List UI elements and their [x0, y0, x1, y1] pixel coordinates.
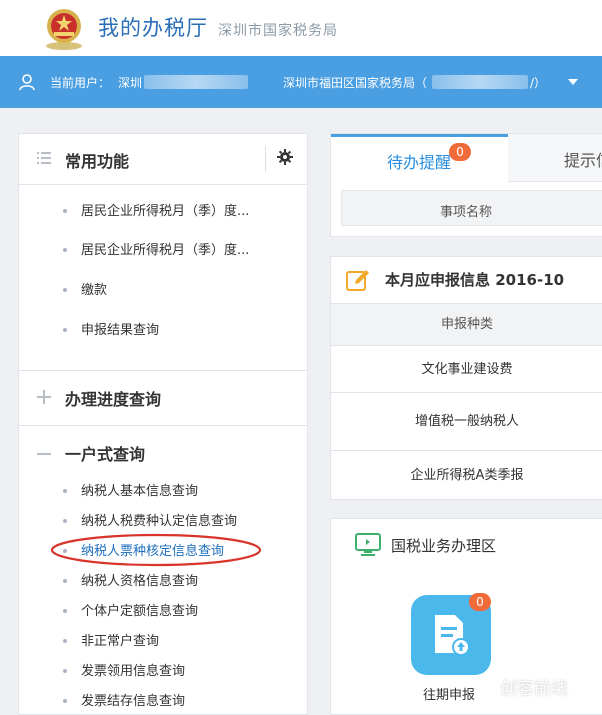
common-item-enterprise-income-tax-1[interactable]: 居民企业所得税月（季）度...	[63, 200, 249, 220]
declaration-type-header: 申报种类	[331, 303, 602, 345]
gear-icon[interactable]	[277, 149, 293, 165]
plus-icon	[37, 390, 51, 404]
common-item-payment[interactable]: 缴款	[63, 279, 107, 299]
redacted-taxpayer-id	[432, 75, 528, 89]
bullet-icon	[63, 327, 67, 332]
divider	[19, 370, 307, 371]
list-icon	[37, 152, 51, 164]
left-panel: 常用功能 居民企业所得税月（季）度... 居民企业所得税月（季）度... 缴款 …	[18, 133, 308, 715]
monthly-declaration-card: 本月应申报信息 2016-10 申报种类 文化事业建设费 增值税一般纳税人 企业…	[330, 256, 602, 500]
top-header: 我的办税厅 深圳市国家税务局	[0, 0, 602, 56]
onestop-item-basic-info[interactable]: 纳税人基本信息查询	[63, 480, 198, 500]
divider	[19, 425, 307, 426]
progress-query-title: 办理进度查询	[65, 390, 162, 409]
user-bar: 当前用户： 深圳 深圳市福田区国家税务局（ /）	[0, 56, 602, 108]
app-subtitle: 深圳市国家税务局	[218, 23, 338, 39]
divider	[19, 184, 307, 185]
onestop-item-qualification-info[interactable]: 纳税人资格信息查询	[63, 570, 198, 590]
watermark-text: 创客前线	[500, 679, 568, 699]
bullet-icon	[63, 698, 67, 703]
common-item-declaration-result[interactable]: 申报结果查询	[63, 319, 159, 339]
bullet-icon	[63, 488, 67, 493]
past-declaration-label: 往期申报	[423, 688, 476, 703]
monitor-icon	[355, 533, 381, 556]
redacted-user-name	[144, 75, 248, 89]
reminder-card: 待办提醒 0 提示信 事项名称	[330, 133, 602, 237]
national-emblem-icon	[46, 9, 82, 50]
current-user-label: 当前用户：	[50, 76, 111, 90]
tax-bureau-close: /）	[530, 76, 547, 90]
tab-notices[interactable]: 提示信	[508, 134, 602, 182]
document-upload-icon	[435, 615, 470, 656]
business-area-title: 国税业务办理区	[391, 537, 497, 555]
tab-pending-reminders[interactable]: 待办提醒 0	[331, 134, 508, 182]
onestop-query-title: 一户式查询	[65, 445, 146, 464]
bullet-icon	[63, 578, 67, 583]
common-functions-title: 常用功能	[65, 152, 130, 171]
bullet-icon	[63, 608, 67, 613]
edit-icon	[346, 270, 369, 291]
item-name-column-header: 事项名称	[341, 190, 602, 226]
common-item-enterprise-income-tax-2[interactable]: 居民企业所得税月（季）度...	[63, 239, 249, 259]
onestop-item-abnormal-household[interactable]: 非正常户查询	[63, 630, 159, 650]
monthly-declaration-title: 本月应申报信息 2016-10	[385, 271, 565, 289]
onestop-item-invoice-issued[interactable]: 发票领用信息查询	[63, 660, 185, 680]
onestop-item-individual-quota[interactable]: 个体户定额信息查询	[63, 600, 198, 620]
declaration-row[interactable]: 增值税一般纳税人	[331, 392, 602, 450]
bullet-icon	[63, 638, 67, 643]
bullet-icon	[63, 247, 67, 252]
app-title: 我的办税厅	[98, 16, 208, 40]
minus-icon	[37, 453, 51, 455]
bullet-icon	[63, 287, 67, 292]
wechat-icon	[474, 677, 494, 693]
bullet-icon	[63, 518, 67, 523]
onestop-item-tax-type-info[interactable]: 纳税人税费种认定信息查询	[63, 510, 237, 530]
onestop-item-invoice-stock[interactable]: 发票结存信息查询	[63, 690, 185, 710]
declaration-row[interactable]: 文化事业建设费	[331, 345, 602, 392]
header-divider	[265, 146, 266, 172]
current-user-value: 深圳	[118, 76, 143, 90]
declaration-row[interactable]: 企业所得税A类季报	[331, 450, 602, 500]
past-declaration-badge: 0	[469, 593, 491, 611]
user-icon	[19, 74, 35, 91]
common-functions-header: 常用功能	[19, 134, 307, 184]
onestop-query-header[interactable]: 一户式查询	[19, 427, 307, 477]
bullet-icon	[63, 668, 67, 673]
bullet-icon	[63, 208, 67, 213]
red-highlight-ellipse	[50, 533, 262, 567]
tax-bureau-label: 深圳市福田区国家税务局（	[283, 76, 428, 90]
progress-query-header[interactable]: 办理进度查询	[19, 372, 307, 422]
tab-notices-label: 提示信	[564, 151, 602, 170]
tab-pending-label: 待办提醒	[387, 153, 452, 172]
account-dropdown-caret-icon[interactable]	[568, 79, 578, 85]
pending-count-badge: 0	[449, 143, 471, 161]
